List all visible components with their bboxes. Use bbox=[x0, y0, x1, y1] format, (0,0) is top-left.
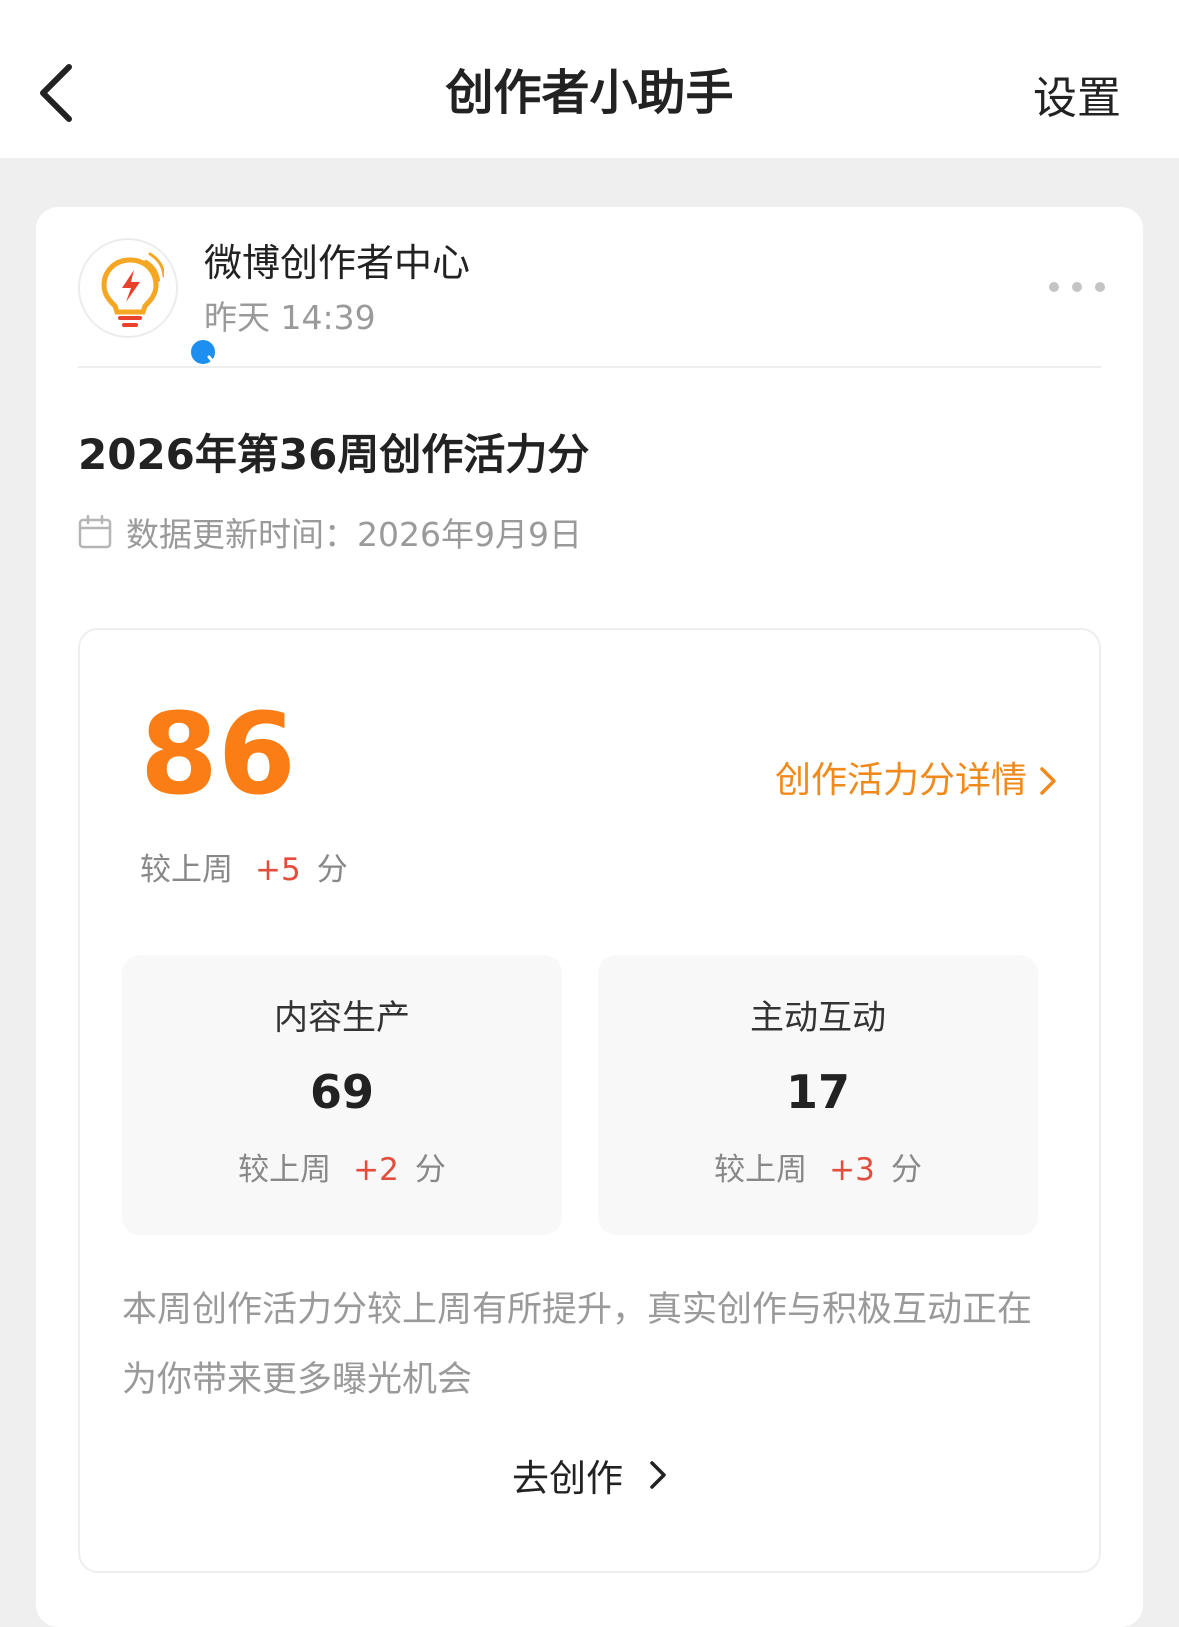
update-time-row: 数据更新时间： 2026年9月9日 bbox=[78, 507, 582, 557]
delta-unit: 分 bbox=[414, 1152, 446, 1188]
more-dots-icon[interactable] bbox=[1049, 277, 1105, 297]
sub-score-value: 69 bbox=[309, 1065, 374, 1119]
chevron-right-icon bbox=[1040, 767, 1056, 795]
score-panel: 86 创作活力分详情 较上周 +5 分 内容生产 69 较上周 +2 分 主动互动 17… bbox=[78, 628, 1101, 1573]
sender-name[interactable]: 微博创作者中心 bbox=[204, 237, 470, 289]
delta-prefix: 较上周 bbox=[714, 1152, 808, 1188]
sub-score-content-production: 内容生产 69 较上周 +2 分 bbox=[122, 955, 562, 1235]
delta-value: +5 bbox=[255, 852, 301, 888]
score-details-label: 创作活力分详情 bbox=[774, 760, 1027, 801]
sub-score-active-interaction: 主动互动 17 较上周 +3 分 bbox=[598, 955, 1038, 1235]
message-card: 微博创作者中心 昨天 14:39 2026年第36周创作活力分 数据更新时间： … bbox=[36, 207, 1143, 1627]
update-label: 数据更新时间： bbox=[126, 515, 357, 554]
summary-text: 本周创作活力分较上周有所提升，真实创作与积极互动正在为你带来更多曝光机会 bbox=[122, 1290, 1033, 1400]
settings-button[interactable]: 设置 bbox=[1033, 66, 1121, 132]
delta-prefix: 较上周 bbox=[238, 1152, 332, 1188]
page-title: 创作者小助手 bbox=[445, 65, 734, 121]
calendar-icon bbox=[78, 515, 112, 549]
delta-prefix: 较上周 bbox=[140, 852, 233, 888]
delta-unit: 分 bbox=[890, 1152, 922, 1188]
top-nav-bar: 创作者小助手 设置 bbox=[0, 0, 1179, 158]
message-time: 昨天 14:39 bbox=[204, 298, 376, 337]
sub-score-delta: 较上周 +3 分 bbox=[598, 1145, 1038, 1195]
delta-value: +2 bbox=[353, 1152, 399, 1188]
total-score-delta: 较上周 +5 分 bbox=[140, 847, 348, 893]
sub-score-value: 17 bbox=[785, 1065, 850, 1119]
sub-score-label: 内容生产 bbox=[274, 998, 410, 1038]
go-create-button[interactable]: 去创作 bbox=[80, 1445, 1099, 1505]
sub-score-label: 主动互动 bbox=[750, 998, 886, 1038]
total-score: 86 bbox=[140, 690, 296, 820]
verified-icon bbox=[188, 337, 223, 367]
bulb-logo-icon bbox=[101, 252, 164, 327]
avatar[interactable] bbox=[78, 238, 223, 367]
message-title: 2026年第36周创作活力分 bbox=[78, 430, 590, 479]
sub-score-delta: 较上周 +2 分 bbox=[122, 1145, 562, 1195]
delta-unit: 分 bbox=[316, 852, 348, 888]
divider bbox=[78, 366, 1101, 368]
chevron-right-icon bbox=[650, 1461, 666, 1489]
score-details-link[interactable]: 创作活力分详情 bbox=[775, 753, 1057, 809]
update-date: 2026年9月9日 bbox=[357, 515, 582, 554]
delta-value: +3 bbox=[829, 1152, 875, 1188]
go-create-label: 去创作 bbox=[512, 1457, 623, 1500]
